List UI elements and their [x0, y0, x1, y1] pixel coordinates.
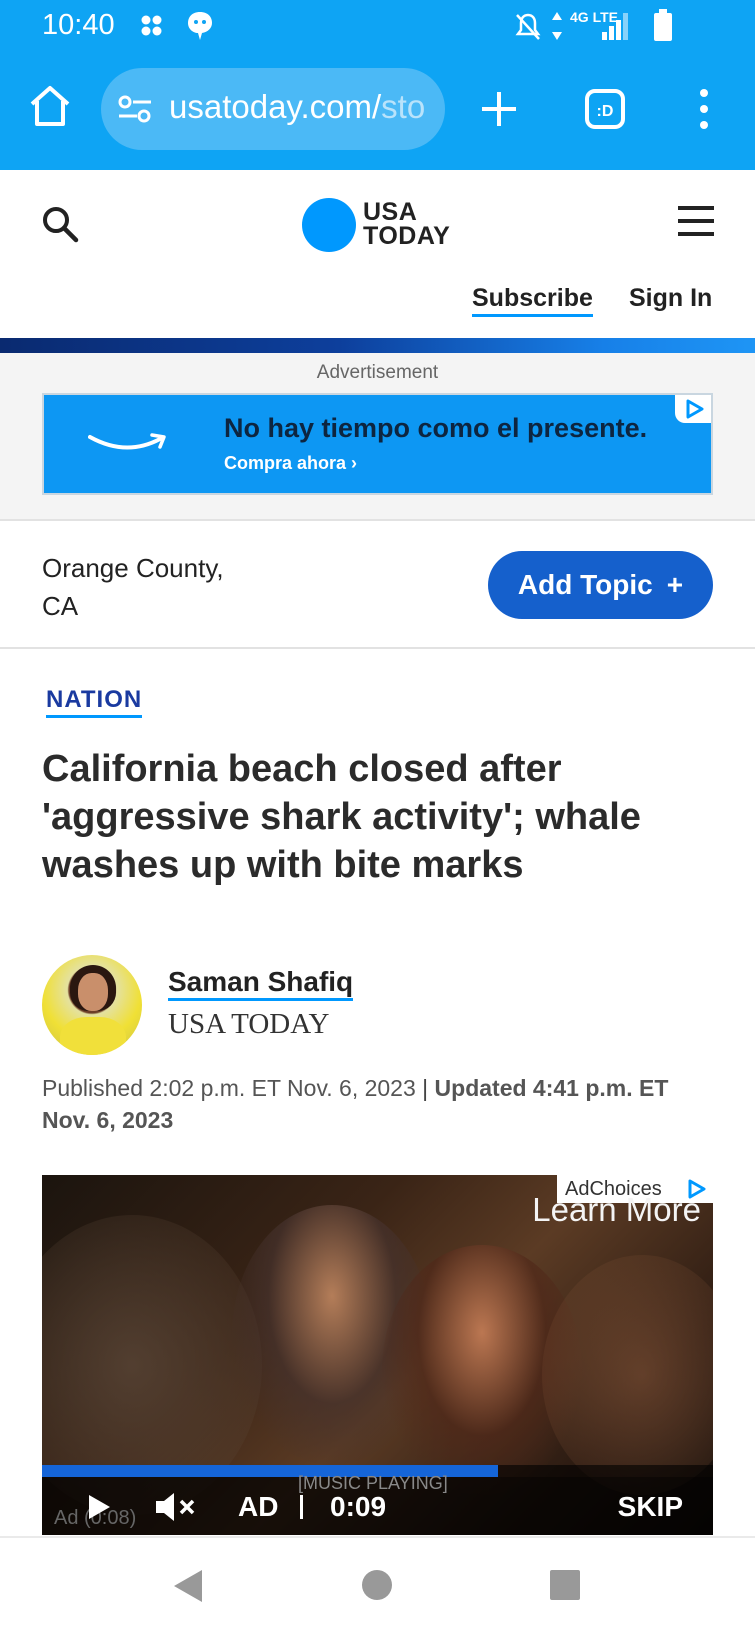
video-player[interactable]: AdChoices Learn More [MUSIC PLAYING] Ad … [42, 1175, 713, 1535]
url-text[interactable]: usatoday.com/sto [169, 88, 431, 126]
mute-bell-icon [515, 13, 541, 40]
battery-icon [654, 9, 672, 41]
recents-icon[interactable] [548, 1568, 582, 1602]
back-icon[interactable] [170, 1566, 206, 1606]
usa-today-logo-text[interactable]: USA TODAY [363, 200, 450, 249]
author-outlet: USA TODAY [168, 1008, 330, 1040]
article-headline: California beach closed after 'aggressiv… [42, 748, 641, 886]
sign-in-link[interactable]: Sign In [629, 284, 712, 313]
ad-banner[interactable]: No hay tiempo como el presente. Compra a… [42, 393, 713, 495]
status-bar: 10:40 4G LTE [0, 0, 755, 56]
author-avatar[interactable] [42, 955, 142, 1055]
site-settings-icon[interactable] [117, 94, 153, 124]
amazon-smile-logo [88, 433, 166, 450]
status-time: 10:40 [42, 9, 115, 41]
ad-info-badge[interactable] [675, 395, 711, 423]
usa-today-logo-mark[interactable] [302, 198, 356, 252]
site-header: USA TODAY Subscribe Sign In [0, 170, 755, 338]
ad-zone: Advertisement No hay tiempo como el pres… [0, 353, 755, 521]
chat-notification-icon [188, 12, 212, 40]
svg-text::D: :D [597, 103, 614, 120]
address-bar[interactable]: usatoday.com/sto [101, 68, 445, 150]
signal-icon [602, 13, 628, 40]
article-dateline: Published 2:02 p.m. ET Nov. 6, 2023 | Up… [42, 1075, 669, 1133]
apps-notification-icon [141, 15, 162, 36]
skip-button[interactable]: SKIP [618, 1491, 683, 1523]
published-date: Published 2:02 p.m. ET Nov. 6, 2023 [42, 1075, 416, 1101]
video-controls: [MUSIC PLAYING] Ad (0:08) AD 0:09 SKIP [42, 1473, 713, 1535]
new-tab-icon[interactable] [480, 90, 518, 128]
header-divider [0, 338, 755, 353]
controls-divider [300, 1495, 303, 1519]
ad-cta-link[interactable]: Compra ahora › [224, 453, 357, 474]
topic-row: Orange County, CA Add Topic + [0, 521, 755, 649]
add-topic-label: Add Topic [517, 569, 653, 600]
search-icon[interactable] [40, 204, 80, 244]
tab-switcher-icon[interactable]: :D [584, 88, 626, 130]
author-name-link[interactable]: Saman Shafiq [168, 966, 354, 1001]
subscribe-link[interactable]: Subscribe [472, 284, 593, 317]
adchoices-icon[interactable] [685, 399, 705, 419]
add-topic-button[interactable]: Add Topic + [488, 551, 713, 619]
home-icon[interactable] [28, 84, 72, 128]
hamburger-menu-icon[interactable] [676, 204, 716, 238]
advertisement-label: Advertisement [316, 362, 439, 383]
ad-countdown: 0:09 [330, 1491, 387, 1522]
mute-icon[interactable] [154, 1491, 198, 1523]
ad-headline: No hay tiempo como el presente. [224, 413, 648, 443]
topic-location: Orange County, CA [42, 553, 224, 621]
learn-more-link[interactable]: Learn More [532, 1191, 701, 1229]
plus-icon: + [666, 569, 684, 600]
category-link[interactable]: NATION [46, 686, 143, 718]
more-options-icon[interactable] [696, 86, 712, 132]
browser-toolbar: usatoday.com/sto :D [0, 56, 755, 170]
ad-label: AD [238, 1491, 279, 1522]
system-nav-bar [0, 1536, 755, 1636]
data-arrows-icon [552, 12, 562, 40]
play-icon[interactable] [86, 1493, 112, 1521]
home-nav-icon[interactable] [360, 1568, 394, 1602]
